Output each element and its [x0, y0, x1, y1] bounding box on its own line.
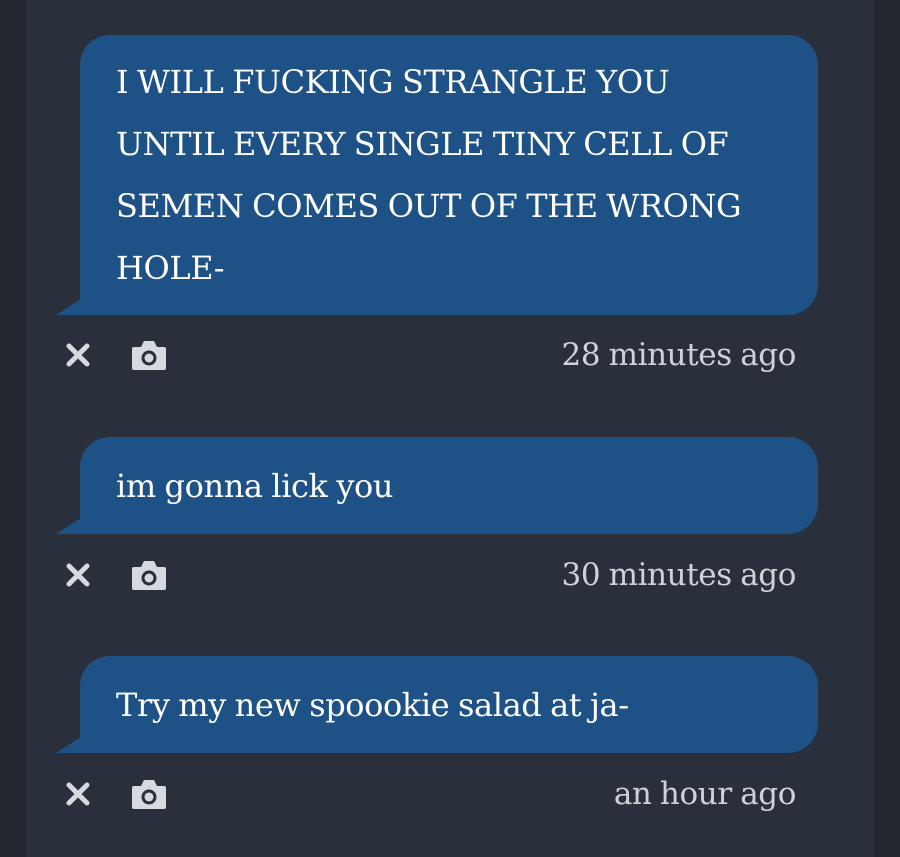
- message-timestamp: 30 minutes ago: [561, 557, 797, 593]
- camera-icon[interactable]: [130, 777, 168, 811]
- message-bubble[interactable]: I WILL FUCKING STRANGLE YOU UNTIL EVERY …: [56, 35, 818, 315]
- message-bubble[interactable]: Try my new spoookie salad at ja-: [56, 656, 818, 753]
- close-icon[interactable]: [64, 780, 92, 808]
- message-list: I WILL FUCKING STRANGLE YOU UNTIL EVERY …: [26, 0, 874, 857]
- close-icon[interactable]: [64, 341, 92, 369]
- bubble-tail: [56, 737, 81, 753]
- message-text: im gonna lick you: [116, 467, 394, 505]
- message-text: I WILL FUCKING STRANGLE YOU UNTIL EVERY …: [116, 63, 742, 287]
- message-bubble[interactable]: im gonna lick you: [56, 437, 818, 534]
- camera-icon[interactable]: [130, 338, 168, 372]
- message-meta: an hour ago: [26, 769, 874, 819]
- bubble-tail: [56, 518, 81, 534]
- message-text: Try my new spoookie salad at ja-: [116, 686, 629, 724]
- bubble-tail: [56, 299, 81, 315]
- close-icon[interactable]: [64, 561, 92, 589]
- message-timestamp: an hour ago: [613, 776, 797, 812]
- message-meta: 28 minutes ago: [26, 330, 874, 380]
- right-gutter: [874, 0, 900, 857]
- message-timestamp: 28 minutes ago: [561, 337, 797, 373]
- camera-icon[interactable]: [130, 558, 168, 592]
- left-gutter: [0, 0, 26, 857]
- message-meta: 30 minutes ago: [26, 550, 874, 600]
